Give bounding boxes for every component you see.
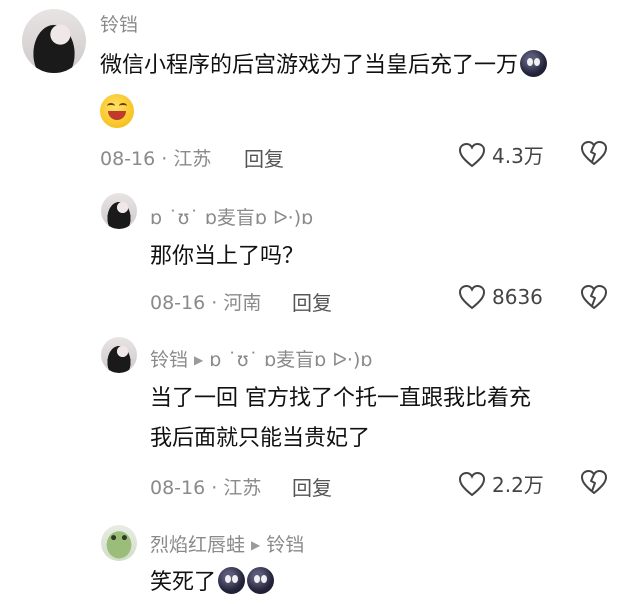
- broken-heart-icon[interactable]: [580, 469, 608, 495]
- broken-heart-icon[interactable]: [580, 140, 608, 166]
- dark-face-emoji-icon: [520, 50, 548, 77]
- comment-text: 笑死了: [150, 562, 275, 604]
- comment-2: ɒ ˙ʊ˙ ɒ麦盲ɒ ᐅ·)ɒ 那你当上了吗？ 08-16 · 河南 回复 86…: [0, 180, 640, 320]
- heart-outline-icon: [458, 471, 486, 496]
- comment-date-location: 08-16 · 河南: [150, 292, 262, 314]
- reply-button[interactable]: 回复: [244, 143, 284, 172]
- dark-face-emoji-icon: [218, 567, 246, 594]
- reply-arrow-icon: ▶: [251, 538, 261, 552]
- comment-text: 微信小程序的后宫游戏为了当皇后充了一万: [100, 45, 548, 87]
- comment-text-line: 我后面就只能当贵妃了: [150, 426, 371, 451]
- comment-text-line: 当了一回 官方找了个托一直跟我比着充: [150, 386, 531, 411]
- comment-text-content: 微信小程序的后宫游戏为了当皇后充了一万: [100, 53, 519, 78]
- reply-author: 烈焰红唇蛙: [150, 534, 246, 556]
- reply-author: 铃铛: [150, 349, 189, 371]
- comment-1: 铃铛 微信小程序的后宫游戏为了当皇后充了一万 08-16 · 江苏 回复 4.3…: [0, 0, 640, 180]
- reply-button[interactable]: 回复: [292, 287, 332, 316]
- emoji-mouth: [108, 111, 126, 120]
- reply-arrow-icon: ▶: [194, 353, 204, 367]
- like-button[interactable]: 8636: [458, 284, 543, 310]
- laughing-emoji-icon: [100, 94, 134, 128]
- comment-3: 铃铛 ▶ ɒ ˙ʊ˙ ɒ麦盲ɒ ᐅ·)ɒ 当了一回 官方找了个托一直跟我比着充 我后…: [0, 320, 640, 510]
- comment-date-location: 08-16 · 江苏: [100, 148, 212, 170]
- like-count: 2.2万: [492, 473, 544, 497]
- comment-username[interactable]: ɒ ˙ʊ˙ ɒ麦盲ɒ ᐅ·)ɒ: [150, 203, 313, 230]
- comment-4: 烈焰红唇蛙 ▶ 铃铛 笑死了: [0, 510, 640, 604]
- avatar[interactable]: [101, 337, 137, 373]
- avatar[interactable]: [101, 525, 137, 561]
- emoji-eye: [107, 103, 115, 109]
- like-button[interactable]: 2.2万: [458, 469, 544, 498]
- like-button[interactable]: 4.3万: [458, 140, 544, 169]
- comment-text: 那你当上了吗？: [150, 244, 305, 269]
- broken-heart-icon[interactable]: [580, 284, 608, 310]
- heart-outline-icon: [458, 284, 486, 310]
- emoji-eye: [119, 103, 127, 109]
- dark-face-emoji-icon: [247, 567, 275, 594]
- reply-button[interactable]: 回复: [292, 472, 332, 501]
- comment-username[interactable]: 铃铛 ▶ ɒ ˙ʊ˙ ɒ麦盲ɒ ᐅ·)ɒ: [150, 345, 372, 372]
- reply-target: ɒ ˙ʊ˙ ɒ麦盲ɒ ᐅ·)ɒ: [209, 349, 373, 371]
- comment-date-location: 08-16 · 江苏: [150, 477, 262, 499]
- like-count: 8636: [492, 285, 543, 309]
- avatar[interactable]: [101, 193, 137, 229]
- comment-username[interactable]: 铃铛: [100, 10, 138, 37]
- comment-text-content: 笑死了: [150, 570, 217, 595]
- comment-username[interactable]: 烈焰红唇蛙 ▶ 铃铛: [150, 530, 304, 557]
- avatar[interactable]: [22, 9, 86, 73]
- reply-target: 铃铛: [266, 534, 305, 556]
- like-count: 4.3万: [492, 144, 544, 168]
- heart-outline-icon: [458, 142, 486, 167]
